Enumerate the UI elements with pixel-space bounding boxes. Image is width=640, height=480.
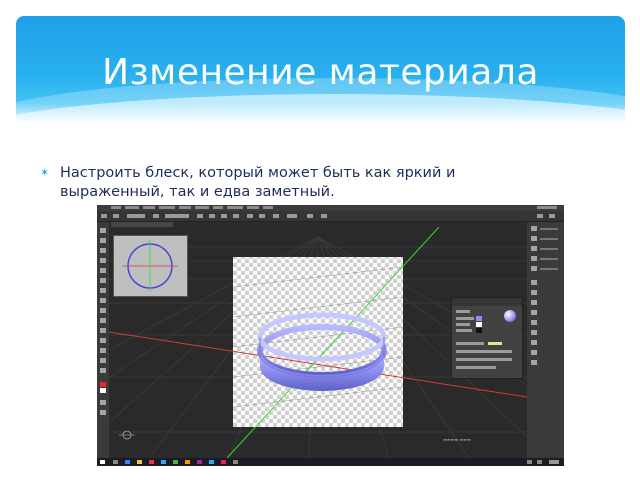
windows-taskbar (97, 458, 564, 466)
slide-title: Изменение материала (102, 52, 539, 93)
bullet-text: Настроить блеск, который может быть как … (60, 165, 456, 200)
bullet-star-icon: ✶ (40, 166, 50, 179)
properties-panel-header (452, 298, 522, 306)
navigator-preview[interactable] (113, 235, 188, 297)
ps-options-bar (97, 211, 564, 222)
material-sphere-icon[interactable] (504, 310, 516, 322)
photoshop-screenshot: ▬▬▬▬ ▬▬▬ (97, 205, 564, 466)
ps-right-panel-dock (527, 222, 564, 458)
properties-panel[interactable] (451, 297, 523, 379)
ps-status-text: ▬▬▬▬ ▬▬▬ (443, 437, 471, 442)
slide-header: Изменение материала (16, 16, 625, 125)
ps-toolbar (97, 222, 109, 458)
ps-3d-canvas[interactable]: ▬▬▬▬ ▬▬▬ (109, 227, 527, 458)
